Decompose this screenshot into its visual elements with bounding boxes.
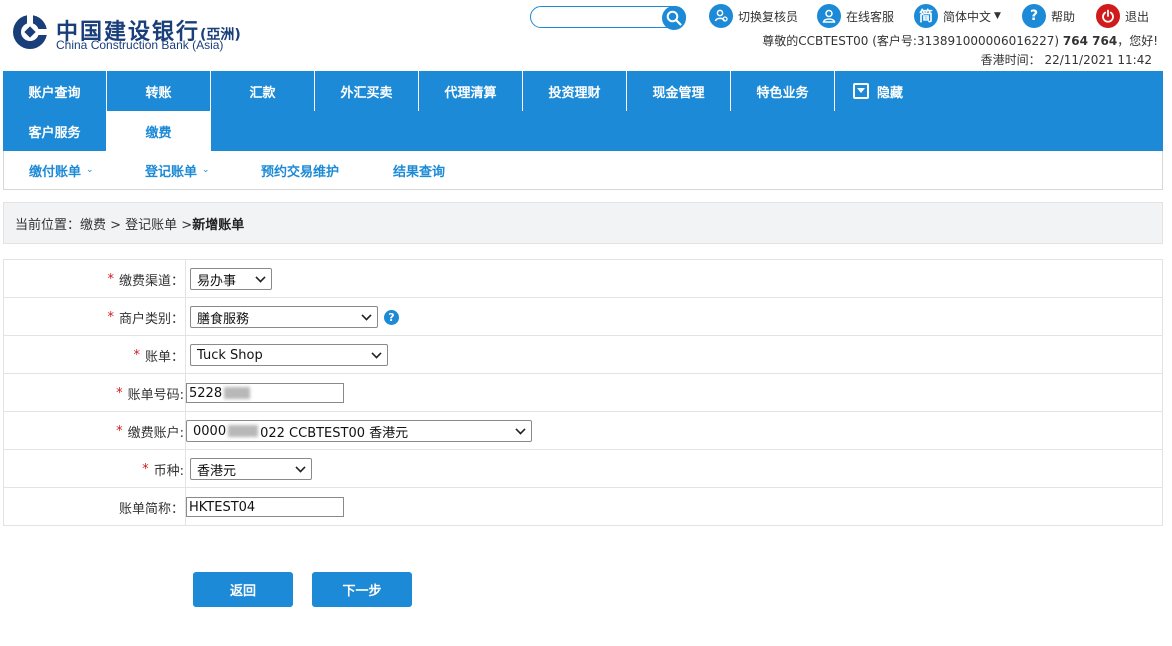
help-icon: ? <box>1022 4 1046 28</box>
chevron-down-icon: ⌄ <box>86 165 94 175</box>
subnav-pay-bills[interactable]: 缴付账单 ⌄ <box>29 151 94 189</box>
form-row-alias: 账单简称： <box>4 488 1162 526</box>
online-service-link[interactable]: 在线客服 <box>817 4 894 28</box>
merchant-category-select[interactable]: 膳食服務 <box>190 306 378 328</box>
channel-label: * 缴费渠道： <box>107 271 184 289</box>
merchant-label: * 商户类别： <box>107 309 184 327</box>
nav-agency-clearing[interactable]: 代理清算 <box>419 71 523 111</box>
help-icon[interactable]: ? <box>384 309 399 325</box>
nav-customer-service[interactable]: 客户服务 <box>3 111 107 151</box>
users-switch-icon <box>709 4 733 28</box>
logo-english-name: China Construction Bank (Asia) <box>56 38 224 52</box>
collapse-icon <box>853 83 869 99</box>
search-button[interactable] <box>662 6 686 30</box>
subnav-result-inquiry[interactable]: 结果查询 <box>393 151 445 189</box>
back-button[interactable]: 返回 <box>193 572 293 607</box>
redacted-mark <box>228 425 259 437</box>
language-icon: 简 <box>914 4 938 28</box>
hong-kong-time: 香港时间： 22/11/2021 11:42 <box>980 53 1152 67</box>
dropdown-arrow-icon <box>361 310 372 321</box>
form-row-channel: * 缴费渠道： 易办事 <box>4 260 1162 298</box>
bill-number-input[interactable]: 5228 <box>186 383 344 403</box>
language-selector[interactable]: 简 简体中文 ▼ <box>914 4 1001 28</box>
payment-account-select[interactable]: 0000 022 CCBTEST00 香港元 <box>186 420 532 442</box>
nav-account-inquiry[interactable]: 账户查询 <box>3 71 107 111</box>
nav-cash-management[interactable]: 现金管理 <box>627 71 731 111</box>
search-input[interactable] <box>541 8 665 26</box>
subnav-scheduled-maintenance[interactable]: 预约交易维护 <box>261 151 339 189</box>
form-row-merchant: * 商户类别： 膳食服務 ? <box>4 298 1162 336</box>
dropdown-arrow-icon <box>515 424 526 435</box>
switch-reviewer-link[interactable]: 切换复核员 <box>709 4 798 28</box>
dropdown-arrow-icon <box>295 462 306 473</box>
nav-special-services[interactable]: 特色业务 <box>731 71 835 111</box>
bill-number-label: * 账单号码: <box>116 385 184 403</box>
nav-remittance[interactable]: 汇款 <box>211 71 315 111</box>
dropdown-arrow-icon <box>371 348 382 359</box>
breadcrumb-path: 当前位置：缴费 > 登记账单 > <box>15 217 193 233</box>
sub-nav: 缴付账单 ⌄ 登记账单 ⌄ 预约交易维护 结果查询 <box>3 151 1163 190</box>
page: 中国建设银行(亞洲) China Construction Bank (Asia… <box>0 0 1172 646</box>
dropdown-arrow-icon <box>255 272 266 283</box>
main-nav: 账户查询 转账 汇款 外汇买卖 代理清算 投资理财 现金管理 特色业务 隐藏 客… <box>3 71 1163 151</box>
form-row-currency: * 币种: 香港元 <box>4 450 1162 488</box>
logout-label: 退出 <box>1125 9 1150 24</box>
chevron-down-icon: ⌄ <box>202 165 210 175</box>
online-service-label: 在线客服 <box>846 9 895 24</box>
redacted-mark <box>224 387 251 399</box>
breadcrumb-current: 新增账单 <box>192 217 245 233</box>
new-bill-form: * 缴费渠道： 易办事 * 商户类别： 膳食服務 ? * 账单： Tuck Shop … <box>3 259 1163 526</box>
help-label: 帮助 <box>1051 9 1076 24</box>
next-step-button[interactable]: 下一步 <box>312 572 412 607</box>
currency-label: * 币种: <box>142 461 184 479</box>
bill-alias-input[interactable] <box>186 497 344 517</box>
customer-service-icon <box>817 4 841 28</box>
breadcrumb: 当前位置：缴费 > 登记账单 > 新增账单 <box>3 202 1163 244</box>
caret-down-icon: ▼ <box>994 11 1001 21</box>
language-label: 简体中文 <box>943 9 992 24</box>
subnav-register-bills[interactable]: 登记账单 ⌄ <box>145 151 210 189</box>
bill-label: * 账单： <box>133 347 184 365</box>
bill-select[interactable]: Tuck Shop <box>190 344 388 366</box>
nav-bill-payment[interactable]: 缴费 <box>107 111 211 151</box>
search-icon <box>666 10 682 26</box>
logout-link[interactable]: 退出 <box>1096 4 1149 28</box>
channel-select[interactable]: 易办事 <box>190 268 272 290</box>
switch-reviewer-label: 切换复核员 <box>738 9 799 24</box>
form-row-bill-number: * 账单号码: 5228 <box>4 374 1162 412</box>
nav-hide-label: 隐藏 <box>877 85 904 101</box>
subnav-register-bills-label: 登记账单 <box>145 164 198 180</box>
user-name: 764 764 <box>1062 34 1118 48</box>
account-label: * 缴费账户: <box>116 423 184 441</box>
search-box <box>530 6 686 30</box>
currency-select[interactable]: 香港元 <box>190 458 312 480</box>
nav-forex[interactable]: 外汇买卖 <box>315 71 419 111</box>
user-greeting: 尊敬的CCBTEST00 (客户号:313891000006016227) 76… <box>762 34 1158 48</box>
nav-transfer[interactable]: 转账 <box>107 71 211 111</box>
nav-investment[interactable]: 投资理财 <box>523 71 627 111</box>
help-link[interactable]: ? 帮助 <box>1022 4 1075 28</box>
time-value: 22/11/2021 11:42 <box>1044 53 1152 67</box>
form-row-account: * 缴费账户: 0000 022 CCBTEST00 香港元 <box>4 412 1162 450</box>
form-row-bill: * 账单： Tuck Shop <box>4 336 1162 374</box>
nav-hide-toggle[interactable]: 隐藏 <box>835 71 903 111</box>
subnav-pay-bills-label: 缴付账单 <box>29 164 82 180</box>
alias-label: 账单简称： <box>118 501 184 517</box>
ccb-logo-icon <box>13 14 48 49</box>
header: 中国建设银行(亞洲) China Construction Bank (Asia… <box>0 0 1172 70</box>
bank-logo[interactable]: 中国建设银行(亞洲) China Construction Bank (Asia… <box>12 14 262 54</box>
power-icon <box>1096 4 1120 28</box>
